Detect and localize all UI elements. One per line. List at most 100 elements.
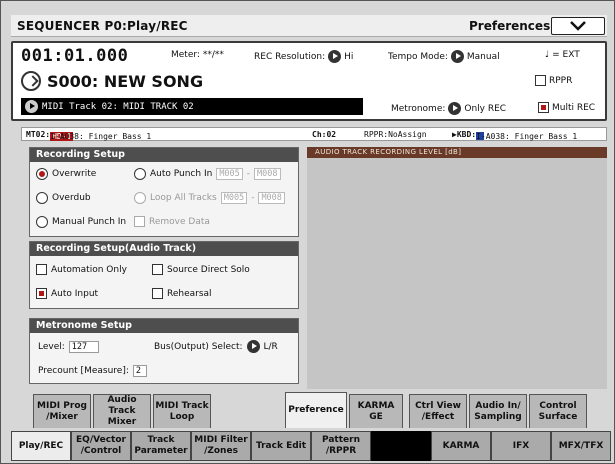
metronome-value: Only REC [464, 103, 507, 114]
radio-selected-icon [36, 168, 48, 180]
tab-midi-prog-mixer[interactable]: MIDI Prog/Mixer [33, 394, 91, 428]
song-info-panel: 001:01.000 Meter: **/** REC Resolution: … [11, 41, 607, 121]
tab-midi-track-loop[interactable]: MIDI Track Loop [153, 394, 211, 428]
remove-data-label: Remove Data [149, 216, 210, 227]
track-info-line: MT02: HD-1 I-A038: Finger Bass 1 Ch:02 R… [21, 127, 607, 141]
auto-punch-radio[interactable]: Auto Punch In M005 - M008 [134, 168, 281, 180]
multi-rec-label: Multi REC [552, 102, 596, 113]
popup-arrow-icon[interactable] [448, 102, 462, 115]
page-menu-button[interactable] [551, 17, 605, 35]
tempo-mode-field[interactable]: Tempo Mode: Manual [388, 50, 500, 63]
radio-icon [36, 192, 48, 204]
audio-level-panel: AUDIO TRACK RECORDING LEVEL [dB] [307, 147, 607, 389]
tab-audio-track-mixer[interactable]: Audio Track Mixer [93, 394, 151, 428]
source-direct-solo-checkbox[interactable]: Source Direct Solo [152, 264, 250, 275]
rppr-checkbox[interactable]: RPPR [535, 75, 572, 86]
tempo-mode-value: Manual [466, 51, 500, 62]
bus-value[interactable]: L/R [264, 342, 278, 352]
checkbox-checked-icon [538, 102, 549, 113]
radio-icon [36, 216, 48, 228]
tab-line1: KARMA [442, 440, 480, 451]
precount: Precount [Measure]: 2 [38, 365, 147, 377]
precount-label: Precount [Measure]: [38, 366, 129, 376]
tab-ctrl-view-effect[interactable]: Ctrl View/Effect [409, 394, 467, 428]
tab-line1: Preference [288, 405, 344, 415]
tab-karma[interactable]: KARMA [431, 431, 491, 461]
loop-all-label: Loop All Tracks [150, 193, 217, 203]
tab-ifx[interactable]: IFX [491, 431, 551, 461]
tab-line2: /Zones [204, 446, 238, 456]
multi-rec-checkbox[interactable]: Multi REC [538, 102, 595, 113]
automation-only-checkbox[interactable]: Automation Only [36, 264, 127, 275]
tab-line2: Loop [169, 411, 195, 422]
popup-arrow-icon[interactable] [246, 340, 260, 353]
tab-line1: Play/REC [18, 440, 64, 451]
metronome-field[interactable]: Metronome: Only REC [391, 102, 506, 115]
tab-line1: EQ/Vector [76, 435, 126, 445]
tab-pattern-rppr[interactable]: Pattern/RPPR [311, 431, 371, 461]
checkbox-icon [36, 264, 47, 275]
chevron-down-icon [570, 21, 586, 31]
remove-data-checkbox[interactable]: Remove Data [134, 216, 210, 227]
meter-value: **/** [202, 50, 224, 60]
tab-track-parameter[interactable]: Track Parameter [131, 431, 191, 461]
auto-punch-from-field[interactable]: M005 [216, 168, 243, 180]
tab-line2: Sampling [474, 411, 522, 422]
tab-empty [371, 431, 431, 461]
tab-line2: /Effect [421, 411, 455, 422]
meter-label: Meter: [171, 50, 200, 60]
song-select-arrow-icon[interactable] [21, 71, 41, 91]
loop-to-field[interactable]: M008 [258, 192, 285, 204]
tab-preference[interactable]: Preference [285, 392, 347, 428]
sequencer-screen: SEQUENCER P0:Play/REC Preferences 001:01… [0, 0, 615, 464]
precount-field[interactable]: 2 [132, 365, 147, 377]
source-direct-solo-label: Source Direct Solo [167, 264, 250, 275]
tab-audio-in-sampling[interactable]: Audio In/Sampling [469, 394, 527, 428]
loop-all-tracks-radio[interactable]: Loop All Tracks M005 - M008 [134, 192, 285, 204]
audio-setup-title: Recording Setup(Audio Track) [30, 242, 298, 256]
popup-arrow-icon[interactable] [25, 100, 38, 113]
tab-midi-filter-zones[interactable]: MIDI Filter/Zones [191, 431, 251, 461]
tab-line1: Control [539, 400, 577, 411]
overwrite-radio[interactable]: Overwrite [36, 168, 96, 180]
tab-mfx-tfx[interactable]: MFX/TFX [551, 431, 611, 461]
location-readout[interactable]: 001:01.000 [21, 46, 128, 66]
tab-line2: Parameter [134, 446, 188, 456]
info-kbd: ▶KBD: I-A038: Finger Bass 1 [452, 130, 577, 141]
rec-resolution-field[interactable]: REC Resolution: Hi [254, 50, 353, 63]
overdub-radio[interactable]: Overdub [36, 192, 91, 204]
tab-line2: /Control [80, 446, 122, 456]
tab-control-surface[interactable]: Control Surface [529, 394, 587, 428]
tab-karma-ge[interactable]: KARMA GE [349, 394, 403, 428]
loop-from-field[interactable]: M005 [220, 192, 248, 204]
song-select[interactable]: S000: NEW SONG [21, 71, 203, 91]
level-field[interactable]: 127 [68, 341, 99, 353]
manual-punch-label: Manual Punch In [52, 217, 127, 227]
tab-play-rec[interactable]: Play/REC [11, 431, 71, 461]
popup-arrow-icon[interactable] [450, 50, 464, 63]
checkbox-icon [152, 264, 163, 275]
track-select[interactable]: MIDI Track 02: MIDI TRACK 02 [21, 98, 363, 115]
tab-line1: Audio In/ [475, 400, 521, 411]
info-rppr: RPPR:NoAssign [364, 130, 427, 139]
tempo-value[interactable]: ♩ = EXT [545, 50, 580, 60]
tab-track-edit[interactable]: Track Edit [251, 431, 311, 461]
tab-line1: MFX/TFX [558, 440, 604, 451]
kbd-program: I-A038: Finger Bass 1 [476, 132, 578, 141]
info-track-label: MT02: [26, 130, 51, 139]
tab-line1: IFX [512, 440, 530, 451]
range-separator: - [251, 193, 255, 203]
recording-setup-title: Recording Setup [30, 148, 298, 162]
info-channel: Ch:02 [312, 130, 336, 139]
page-header: SEQUENCER P0:Play/REC Preferences [11, 15, 607, 37]
rehearsal-checkbox[interactable]: Rehearsal [152, 288, 212, 299]
auto-input-checkbox[interactable]: Auto Input [36, 288, 98, 299]
meter-field[interactable]: Meter: **/** [171, 50, 224, 60]
tab-line1: Track [147, 435, 175, 445]
tab-eq-vector-control[interactable]: EQ/Vector/Control [71, 431, 131, 461]
manual-punch-radio[interactable]: Manual Punch In [36, 216, 126, 228]
auto-punch-to-field[interactable]: M008 [254, 168, 281, 180]
auto-punch-label: Auto Punch In [150, 169, 213, 179]
popup-arrow-icon[interactable] [328, 50, 342, 63]
metronome-label: Metronome: [391, 103, 446, 114]
